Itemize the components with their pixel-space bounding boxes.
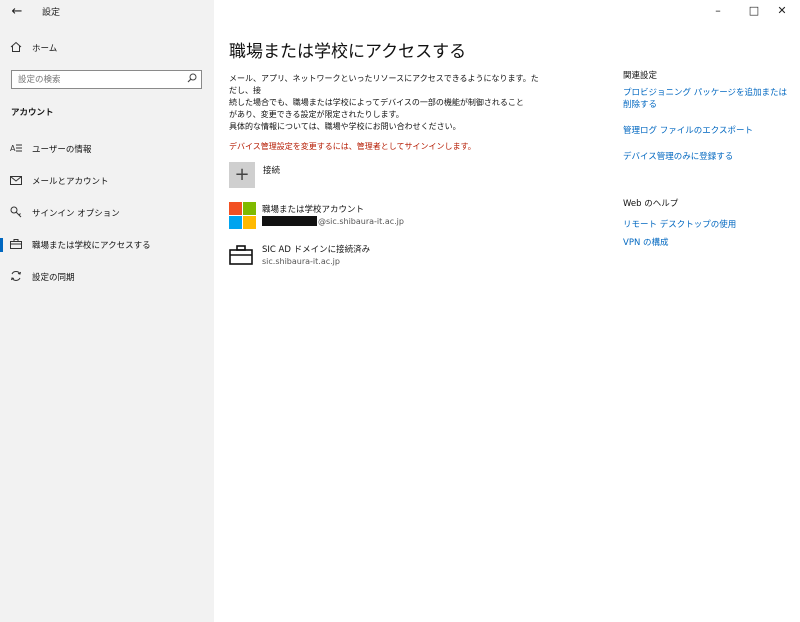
back-button[interactable]: ← [9,4,25,20]
related-settings-heading: 関連設定 [623,71,658,81]
close-button[interactable]: ✕ [764,0,800,22]
svg-text:A: A [10,144,16,153]
sidebar-item-signin-options[interactable]: サインイン オプション [0,200,214,226]
sidebar-item-label: ホーム [32,44,58,54]
search-input[interactable] [12,70,183,89]
close-icon: ✕ [777,4,787,17]
arrow-left-icon: ← [11,4,23,19]
description-line: 続した場合でも、職場または学校によってデバイスの一部の機能が制御されること [229,98,524,107]
link-enroll-device-management[interactable]: デバイス管理のみに登録する [623,151,793,163]
search-box[interactable] [11,70,202,89]
description-line: メール、アプリ、ネットワークといったリソースにアクセスできるようになります。ただ… [229,74,539,95]
description: メール、アプリ、ネットワークといったリソースにアクセスできるようになります。ただ… [229,73,539,133]
sidebar-item-label: ユーザーの情報 [32,145,92,155]
description-line: があり、変更できる設定が限定されたりします。 [229,110,404,119]
admin-warning: デバイス管理設定を変更するには、管理者としてサインインします。 [229,142,476,151]
sidebar-item-user-info[interactable]: A ユーザーの情報 [0,136,214,162]
sidebar-item-sync[interactable]: 設定の同期 [0,264,214,290]
domain-name[interactable]: SIC AD ドメインに接続済み [262,243,370,255]
link-remote-desktop[interactable]: リモート デスクトップの使用 [623,219,793,231]
domain-address: sic.shibaura-it.ac.jp [262,257,340,266]
minimize-icon: – [715,4,721,17]
sidebar-item-label: サインイン オプション [32,209,120,219]
briefcase-icon [0,238,32,252]
link-export-logs[interactable]: 管理ログ ファイルのエクスポート [623,125,793,137]
plus-icon: + [234,164,250,185]
page-title: 職場または学校にアクセスする [229,42,467,62]
app-title: 設定 [42,8,61,18]
connect-button[interactable]: + [229,162,255,188]
account-name[interactable]: 職場または学校アカウント [262,203,364,215]
account-email-suffix: @sic.shibaura-it.ac.jp [318,216,404,226]
key-icon [0,206,32,221]
mail-icon [0,175,32,188]
account-email: @sic.shibaura-it.ac.jp [262,216,404,226]
sync-icon [0,270,32,285]
link-vpn-setup[interactable]: VPN の構成 [623,237,793,249]
connect-label[interactable]: 接続 [263,164,280,176]
briefcase-icon [229,245,253,265]
web-help-heading: Web のヘルプ [623,199,679,209]
sidebar-item-label: メールとアカウント [32,177,109,187]
person-info-icon: A [0,143,32,156]
description-line: 具体的な情報については、職場や学校にお問い合わせください。 [229,122,461,131]
sidebar: ← 設定 ホーム アカウント A ユーザーの情報 メールとアカウント サインイン… [0,0,214,622]
sidebar-item-mail-accounts[interactable]: メールとアカウント [0,168,214,194]
sidebar-item-label: 職場または学校にアクセスする [32,241,151,251]
home-icon [0,41,32,56]
section-title: アカウント [11,108,54,118]
minimize-button[interactable]: – [700,0,736,22]
search-icon[interactable] [183,73,201,86]
link-provisioning-package[interactable]: プロビジョニング パッケージを追加または削除する [623,87,793,111]
microsoft-logo-icon [229,202,256,229]
sidebar-item-home[interactable]: ホーム [0,35,214,61]
sidebar-item-work-school[interactable]: 職場または学校にアクセスする [0,232,214,258]
maximize-icon: □ [748,4,760,17]
sidebar-item-label: 設定の同期 [32,273,75,283]
redaction-bar [262,216,317,226]
